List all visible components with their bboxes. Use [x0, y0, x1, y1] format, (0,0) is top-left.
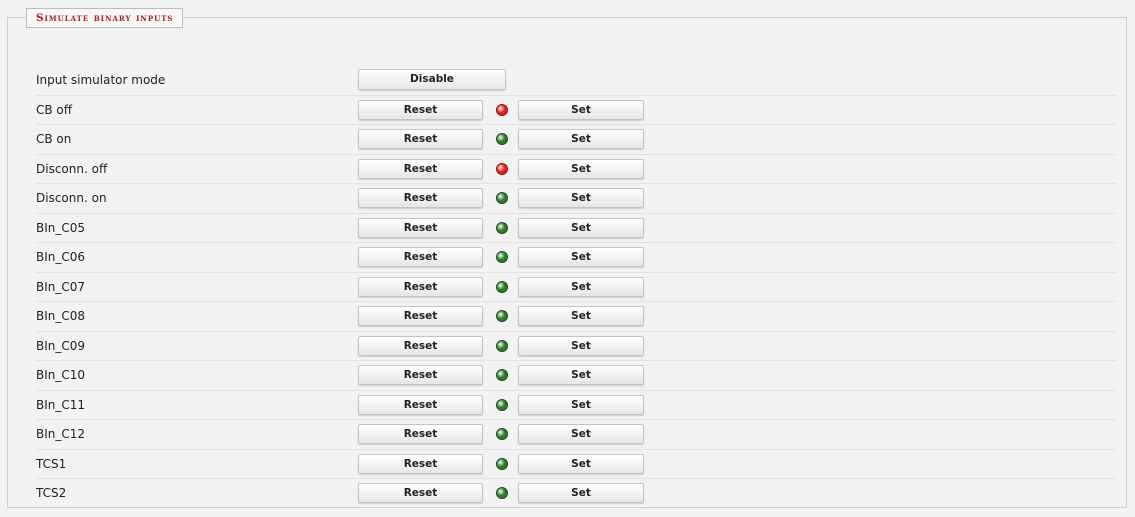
- input-row: BIn_C10 Reset Set: [36, 361, 1116, 391]
- status-led-icon: [496, 457, 508, 470]
- reset-button[interactable]: Reset: [358, 424, 483, 444]
- simulator-mode-row: Input simulator mode Disable: [36, 66, 1116, 96]
- reset-button[interactable]: Reset: [358, 335, 483, 356]
- status-led-icon: [496, 339, 508, 352]
- status-led-icon: [496, 251, 508, 263]
- set-button[interactable]: Set: [518, 188, 644, 208]
- reset-button[interactable]: Reset: [358, 99, 483, 120]
- reset-button[interactable]: Reset: [358, 188, 483, 208]
- section-title: Simulate binary inputs: [26, 8, 184, 28]
- input-row: BIn_C09 Reset Set: [36, 332, 1116, 361]
- status-led-icon: [496, 398, 508, 411]
- input-row: CB on Reset Set: [36, 125, 1116, 155]
- disable-button[interactable]: Disable: [358, 69, 506, 90]
- reset-button[interactable]: Reset: [358, 453, 483, 474]
- set-button[interactable]: Set: [518, 453, 644, 474]
- status-led-icon: [496, 221, 508, 234]
- inputs-table: Input simulator mode Disable CB off Reset…: [36, 66, 1116, 509]
- set-button[interactable]: Set: [518, 247, 644, 267]
- simulator-mode-label: Input simulator mode: [36, 73, 166, 87]
- input-row: BIn_C06 Reset Set: [36, 243, 1116, 273]
- status-led-icon: [496, 192, 508, 204]
- input-row: BIn_C11 Reset Set: [36, 391, 1116, 420]
- input-label: BIn_C05: [36, 220, 86, 235]
- input-row: Disconn. off Reset Set: [36, 155, 1116, 184]
- input-label: Disconn. off: [36, 161, 108, 176]
- input-label: BIn_C07: [36, 279, 86, 294]
- status-led-icon: [496, 133, 508, 145]
- reset-button[interactable]: Reset: [358, 306, 483, 326]
- input-row: Disconn. on Reset Set: [36, 184, 1116, 214]
- input-row: TCS1 Reset Set: [36, 450, 1116, 479]
- input-label: BIn_C08: [36, 309, 86, 323]
- reset-button[interactable]: Reset: [358, 365, 483, 385]
- input-label: BIn_C12: [36, 427, 86, 441]
- status-led-icon: [496, 280, 508, 293]
- input-label: TCS2: [36, 486, 67, 500]
- set-button[interactable]: Set: [518, 99, 644, 120]
- reset-button[interactable]: Reset: [358, 247, 483, 267]
- set-button[interactable]: Set: [518, 129, 644, 149]
- set-button[interactable]: Set: [518, 424, 644, 444]
- simulate-binary-inputs-panel: Input simulator mode Disable CB off Reset…: [7, 17, 1127, 508]
- input-label: BIn_C06: [36, 250, 86, 264]
- reset-button[interactable]: Reset: [358, 129, 483, 149]
- reset-button[interactable]: Reset: [358, 394, 483, 415]
- input-label: CB on: [36, 132, 72, 146]
- reset-button[interactable]: Reset: [358, 483, 483, 503]
- set-button[interactable]: Set: [518, 483, 644, 503]
- input-label: BIn_C11: [36, 397, 86, 412]
- input-row: BIn_C07 Reset Set: [36, 273, 1116, 302]
- reset-button[interactable]: Reset: [358, 158, 483, 179]
- input-label: BIn_C10: [36, 368, 86, 382]
- input-row: BIn_C12 Reset Set: [36, 420, 1116, 450]
- set-button[interactable]: Set: [518, 335, 644, 356]
- input-label: CB off: [36, 102, 73, 117]
- input-row: TCS2 Reset Set: [36, 479, 1116, 509]
- input-row: CB off Reset Set: [36, 96, 1116, 125]
- set-button[interactable]: Set: [518, 365, 644, 385]
- set-button[interactable]: Set: [518, 217, 644, 238]
- status-led-icon: [496, 162, 508, 175]
- input-row: BIn_C05 Reset Set: [36, 214, 1116, 243]
- reset-button[interactable]: Reset: [358, 276, 483, 297]
- input-label: BIn_C09: [36, 338, 86, 353]
- status-led-icon: [496, 487, 508, 499]
- input-label: Disconn. on: [36, 191, 107, 205]
- status-led-icon: [496, 103, 508, 116]
- reset-button[interactable]: Reset: [358, 217, 483, 238]
- status-led-icon: [496, 428, 508, 440]
- set-button[interactable]: Set: [518, 394, 644, 415]
- set-button[interactable]: Set: [518, 158, 644, 179]
- status-led-icon: [496, 310, 508, 322]
- set-button[interactable]: Set: [518, 306, 644, 326]
- status-led-icon: [496, 369, 508, 381]
- input-label: TCS1: [36, 456, 67, 471]
- set-button[interactable]: Set: [518, 276, 644, 297]
- input-row: BIn_C08 Reset Set: [36, 302, 1116, 332]
